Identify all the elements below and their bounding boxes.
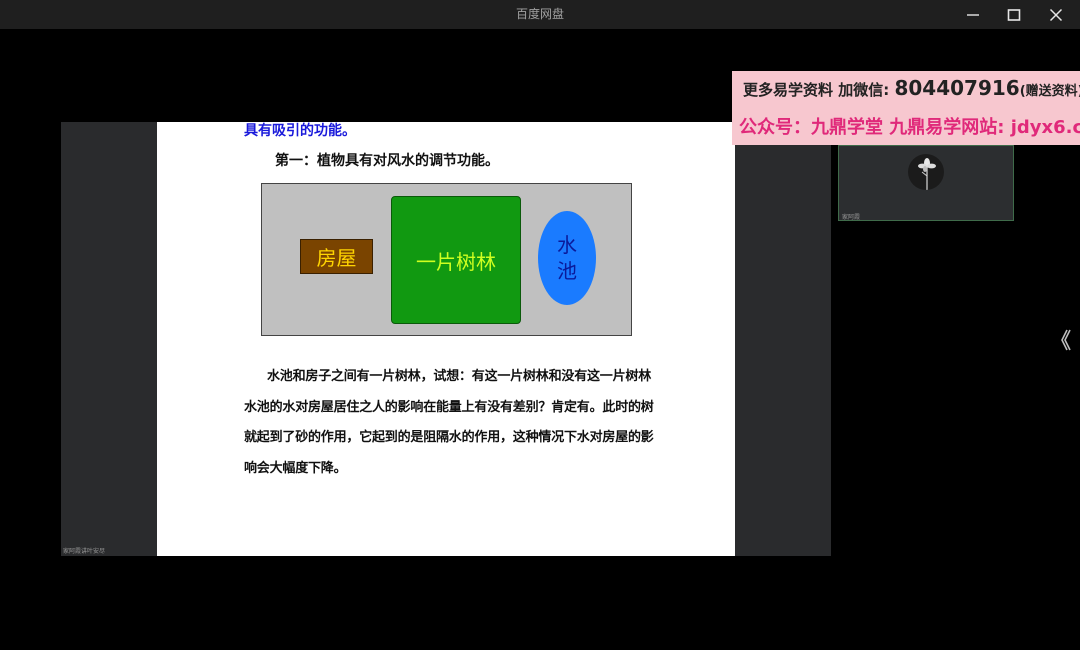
ad-banner: 更多易学资料 加微信: 804407916(赠送资料) 公众号：九鼎学堂 九鼎易… xyxy=(732,71,1080,145)
collapse-button[interactable] xyxy=(1057,327,1073,353)
slide-heading: 具有吸引的功能。 xyxy=(244,123,356,139)
slide-subheading: 第一：植物具有对风水的调节功能。 xyxy=(275,153,499,169)
ad-line-site: 公众号：九鼎学堂 九鼎易学网站: jdyx6.com xyxy=(739,117,1080,138)
slide-paragraph: 水池和房子之间有一片树林，试想：有这一片树林和没有这一片树林水池的水对房屋居住之… xyxy=(244,369,654,476)
house-box: 房屋 xyxy=(300,239,373,274)
minimize-icon xyxy=(967,13,979,16)
close-icon xyxy=(1049,8,1063,21)
forest-box: 一片树林 xyxy=(391,196,521,324)
chevron-left-icon xyxy=(1061,329,1071,351)
ad-wechat-suffix: (赠送资料) xyxy=(1019,84,1080,99)
maximize-icon xyxy=(1007,8,1021,21)
camera-name: 家阿霞 xyxy=(842,214,861,221)
flower-icon xyxy=(918,158,936,190)
presenter-label: 家阿霞讲叶安尽 xyxy=(63,548,106,555)
pond-ellipse: 水池 xyxy=(538,211,596,305)
app-title: 百度网盘 xyxy=(515,7,564,21)
pond-label: 水池 xyxy=(557,233,577,283)
avatar xyxy=(908,154,944,190)
ad-line-wechat: 更多易学资料 加微信: 804407916(赠送资料) xyxy=(743,76,1080,100)
ad-wechat-number: 804407916 xyxy=(894,76,1020,100)
minimize-button[interactable] xyxy=(953,0,993,29)
title-bar: 百度网盘 xyxy=(0,0,1080,29)
slide: 具有吸引的功能。 第一：植物具有对风水的调节功能。 房屋 一片树林 水池 水池和… xyxy=(157,122,735,556)
close-button[interactable] xyxy=(1036,0,1076,29)
feng-shui-diagram: 房屋 一片树林 水池 xyxy=(261,183,632,336)
camera-tile[interactable]: 家阿霞 xyxy=(838,145,1014,221)
maximize-button[interactable] xyxy=(994,0,1034,29)
ad-wechat-prefix: 更多易学资料 加微信: xyxy=(743,81,890,99)
